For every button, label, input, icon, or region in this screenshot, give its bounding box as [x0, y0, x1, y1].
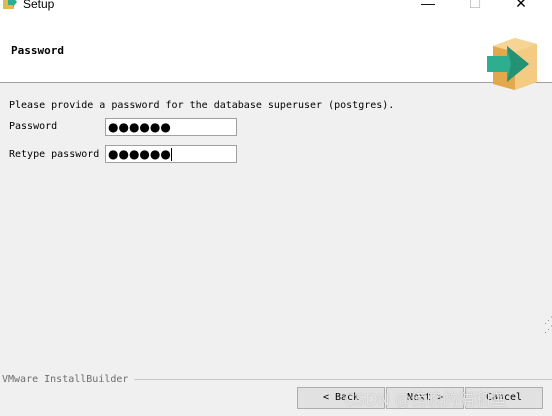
minimize-button[interactable]: — [405, 0, 451, 12]
window-title: Setup [23, 0, 55, 11]
text-caret [170, 148, 172, 161]
resize-grip-icon[interactable]: ⋰ ⋰ [544, 316, 552, 334]
watermark: CSDN @傍晚的猫和鱼 [344, 390, 507, 409]
description-text: Please provide a password for the databa… [9, 100, 395, 111]
retype-password-value: ●●●●●● [108, 147, 171, 161]
retype-password-label: Retype password [9, 149, 100, 160]
page-header: Password [0, 12, 552, 90]
installer-box-arrow-icon [487, 38, 537, 90]
footer-divider [134, 379, 552, 380]
retype-password-input[interactable]: ●●●●●● [105, 145, 237, 163]
password-label: Password [9, 121, 58, 132]
password-value: ●●●●●● [108, 120, 171, 134]
maximize-button[interactable]: ☐ [452, 0, 498, 12]
close-button[interactable]: ✕ [498, 0, 544, 12]
footer-brand: VMware InstallBuilder [2, 374, 129, 385]
title-bar: Setup — ☐ ✕ [0, 0, 552, 12]
app-icon [3, 0, 17, 9]
page-title: Password [11, 44, 64, 57]
password-input[interactable]: ●●●●●● [105, 118, 237, 136]
